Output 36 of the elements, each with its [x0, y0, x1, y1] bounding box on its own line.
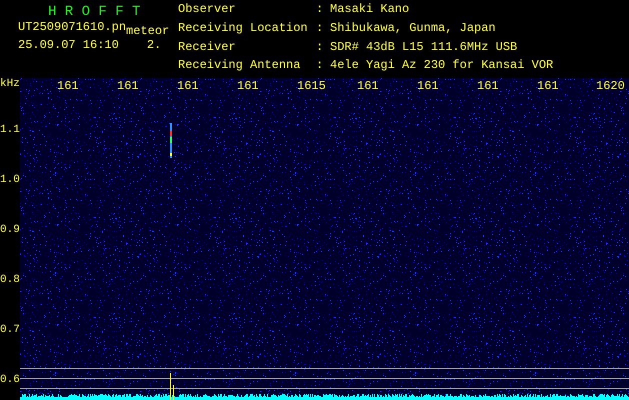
info-value: SDR# 43dB L15 111.6MHz USB	[330, 40, 518, 56]
timestamp: 25.09.07 16:10	[18, 38, 119, 53]
info-value: Masaki Kano	[330, 3, 410, 18]
axis-label: 161	[357, 80, 379, 93]
axis-unit: kHz	[0, 78, 20, 90]
event-type: meteor	[126, 24, 170, 39]
info-value: 4ele Yagi Az 230 for Kansai VOR	[330, 59, 554, 74]
app-title: H R O F F T	[47, 4, 142, 20]
info-separator: :	[316, 40, 324, 56]
event-count: 2.	[146, 38, 162, 53]
axis-label: 161	[117, 80, 139, 93]
axis-label: 161	[417, 80, 439, 93]
axis-label: 161	[57, 80, 79, 93]
meteor-echo-drawing	[170, 123, 173, 158]
info-separator: :	[316, 59, 324, 74]
axis-label: 0.8	[0, 274, 20, 286]
info-label: Receiving Antenna	[178, 59, 302, 74]
info-separator: :	[316, 22, 324, 37]
axis-label: 1.0	[0, 174, 20, 186]
axis-label: 0.7	[0, 324, 20, 336]
axis-label: 0.6	[0, 374, 20, 386]
info-separator: :	[316, 3, 324, 18]
axis-label: 161	[537, 80, 559, 93]
info-label: Receiving Location	[178, 22, 309, 37]
file-name: UT2509071610.pn	[18, 20, 126, 35]
axis-label: 1620	[596, 80, 625, 93]
info-label: Receiver	[178, 40, 237, 56]
info-value: Shibukawa, Gunma, Japan	[330, 22, 497, 37]
signal-spike-drawing	[170, 373, 175, 400]
info-label: Observer	[178, 3, 237, 18]
axis-label: 1615	[297, 80, 326, 93]
axis-label: 0.9	[0, 224, 20, 236]
axis-label: 161	[237, 80, 259, 93]
axis-label: 161	[177, 80, 199, 93]
axis-label: 161	[477, 80, 499, 93]
axis-label: 1.1	[0, 124, 20, 136]
